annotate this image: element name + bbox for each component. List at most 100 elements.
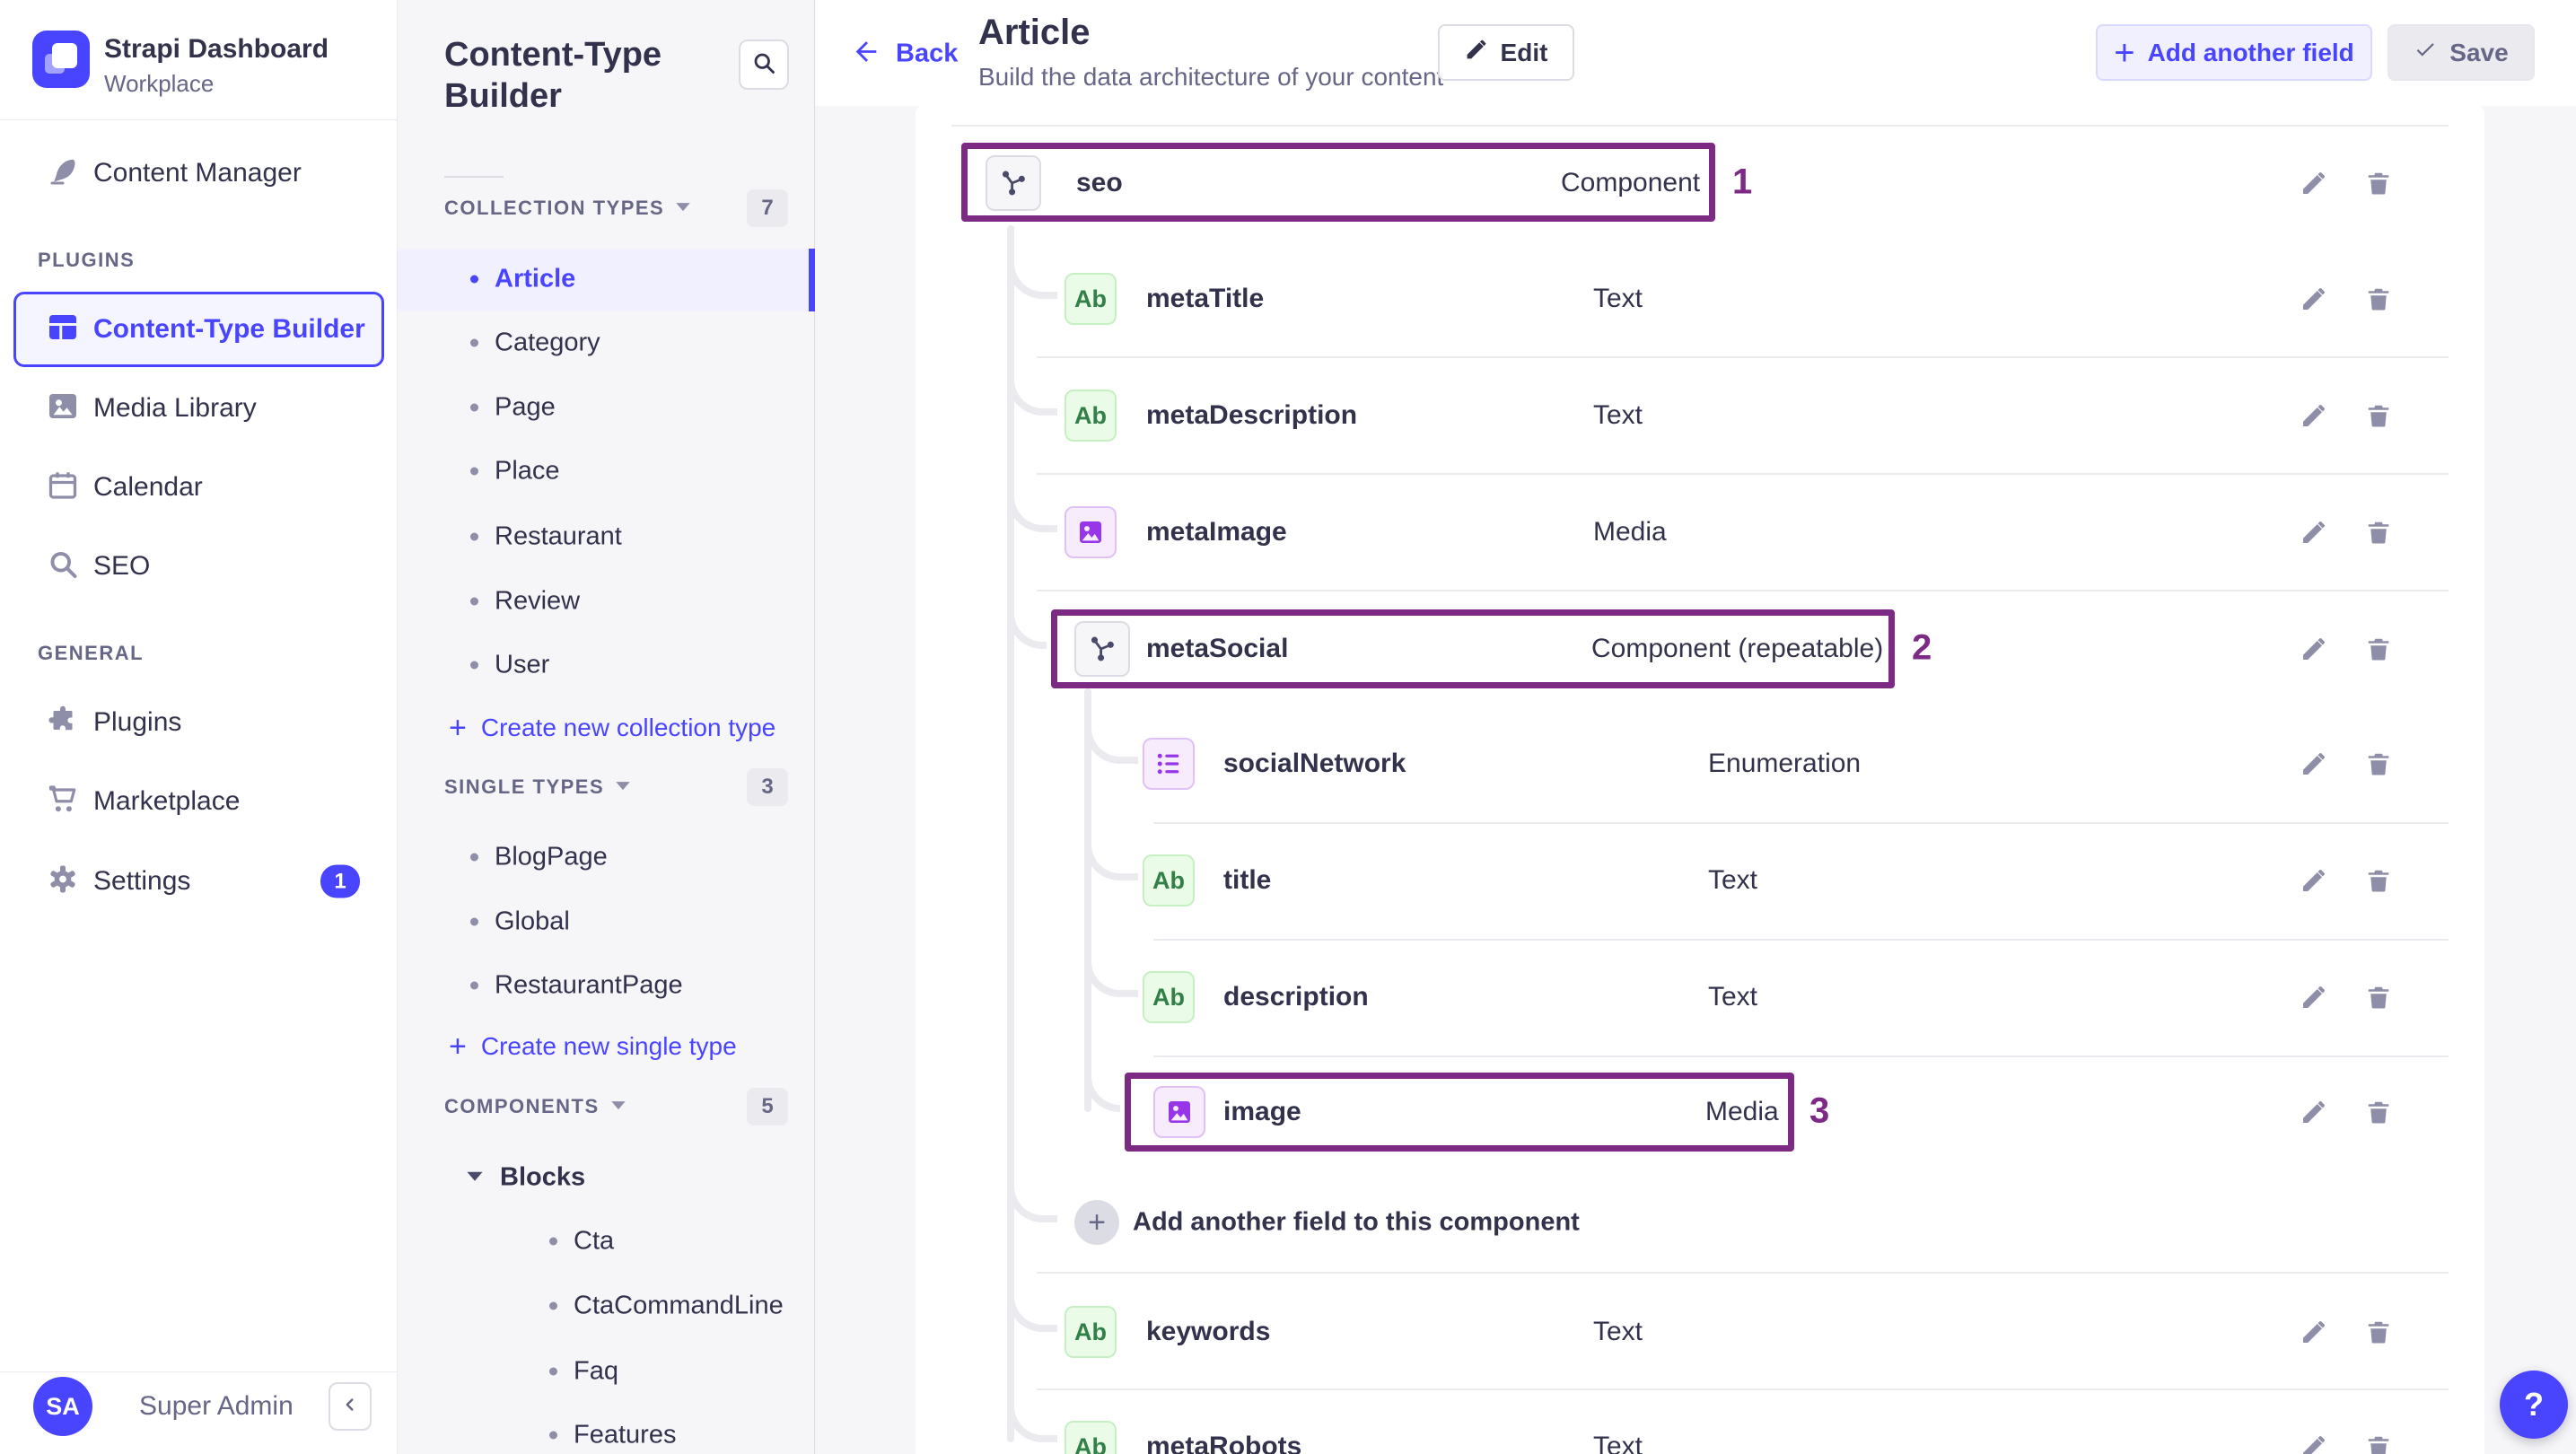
create-collection-type-link[interactable]: + Create new collection type	[449, 713, 775, 743]
edit-field-button[interactable]	[2296, 631, 2332, 667]
panel-item-features[interactable]: Features	[549, 1421, 676, 1450]
help-button[interactable]: ?	[2500, 1371, 2568, 1439]
sidebar-item-media-library[interactable]: Media Library	[93, 393, 257, 424]
chevron-down-icon	[466, 1169, 484, 1187]
field-type: Text	[1593, 1432, 1643, 1454]
panel-item-page[interactable]: Page	[470, 393, 556, 423]
sidebar-section-plugins: PLUGINS	[38, 249, 136, 271]
enumeration-icon	[1143, 738, 1195, 790]
text-field-icon: Ab	[1143, 971, 1195, 1023]
sidebar-item-calendar[interactable]: Calendar	[93, 472, 203, 503]
delete-field-button[interactable]	[2361, 979, 2396, 1015]
panel-item-ctacommandline[interactable]: CtaCommandLine	[549, 1292, 784, 1321]
bullet-icon	[470, 597, 478, 606]
row-divider	[1037, 1272, 2449, 1274]
components-header[interactable]: COMPONENTS	[444, 1095, 626, 1118]
delete-field-button[interactable]	[2361, 746, 2396, 782]
tree-line	[1007, 225, 1014, 1442]
delete-field-button[interactable]	[2361, 1429, 2396, 1454]
chevron-left-icon	[340, 1395, 360, 1419]
gear-icon	[47, 863, 79, 900]
panel-item-cta[interactable]: Cta	[549, 1227, 614, 1257]
component-icon	[1074, 621, 1130, 677]
edit-field-button[interactable]	[2296, 979, 2332, 1015]
bullet-icon	[470, 403, 478, 412]
edit-field-button[interactable]	[2296, 281, 2332, 317]
panel-item-global[interactable]: Global	[470, 907, 570, 937]
panel-item-article[interactable]: Article	[470, 265, 575, 294]
panel-item-restaurant[interactable]: Restaurant	[470, 522, 622, 552]
panel-item-blogpage[interactable]: BlogPage	[470, 843, 608, 872]
back-button[interactable]: Back	[851, 37, 958, 72]
panel-item-faq[interactable]: Faq	[549, 1357, 618, 1387]
sidebar-item-seo[interactable]: SEO	[93, 551, 150, 582]
image-icon	[47, 390, 79, 427]
panel-item-place[interactable]: Place	[470, 457, 560, 486]
add-another-field-button[interactable]: + Add another field	[2096, 24, 2372, 81]
edit-field-button[interactable]	[2296, 514, 2332, 550]
panel-item-user[interactable]: User	[470, 651, 549, 680]
sidebar-item-plugins[interactable]: Plugins	[93, 707, 181, 738]
delete-field-button[interactable]	[2361, 165, 2396, 201]
delete-field-button[interactable]	[2361, 398, 2396, 434]
plus-icon: +	[449, 711, 467, 745]
sidebar-item-marketplace[interactable]: Marketplace	[93, 786, 240, 817]
panel-divider	[444, 176, 504, 178]
sidebar-item-content-manager[interactable]: Content Manager	[93, 158, 302, 188]
edit-field-button[interactable]	[2296, 1314, 2332, 1350]
field-type: Component (repeatable)	[1591, 634, 1884, 663]
check-icon	[2414, 38, 2437, 67]
edit-field-button[interactable]	[2296, 863, 2332, 898]
panel-item-review[interactable]: Review	[470, 587, 580, 617]
avatar[interactable]: SA	[33, 1377, 92, 1436]
chevron-down-icon	[615, 779, 631, 796]
sidebar: Strapi Dashboard Workplace Content Manag…	[0, 0, 398, 1454]
annotation-number-1: 1	[1732, 162, 1753, 202]
media-field-icon	[1153, 1086, 1205, 1138]
media-field-icon	[1065, 506, 1117, 558]
edit-field-button[interactable]	[2296, 1094, 2332, 1130]
delete-field-button[interactable]	[2361, 631, 2396, 667]
delete-field-button[interactable]	[2361, 1094, 2396, 1130]
panel-search-button[interactable]	[739, 39, 789, 90]
field-name: socialNetwork	[1223, 749, 1406, 778]
delete-field-button[interactable]	[2361, 863, 2396, 898]
panel-item-restaurantpage[interactable]: RestaurantPage	[470, 971, 683, 1001]
component-group-blocks[interactable]: Blocks	[466, 1163, 585, 1193]
settings-badge: 1	[320, 864, 360, 898]
create-single-type-link[interactable]: + Create new single type	[449, 1031, 737, 1062]
row-divider	[1037, 590, 2449, 591]
add-component-field-button[interactable]: +	[1074, 1200, 1119, 1245]
field-type: Media	[1593, 517, 1667, 547]
user-name: Super Admin	[139, 1391, 294, 1421]
delete-field-button[interactable]	[2361, 514, 2396, 550]
sidebar-item-settings[interactable]: Settings	[93, 866, 190, 897]
field-name: metaRobots	[1146, 1432, 1302, 1454]
add-component-field-label[interactable]: Add another field to this component	[1133, 1208, 1580, 1238]
field-name: metaImage	[1146, 517, 1287, 547]
puzzle-icon	[47, 705, 79, 741]
field-type: Text	[1708, 865, 1758, 895]
row-divider	[1153, 822, 2449, 824]
row-divider	[1037, 1388, 2449, 1390]
collection-types-header[interactable]: COLLECTION TYPES	[444, 197, 691, 220]
bullet-icon	[549, 1431, 557, 1440]
field-name: metaSocial	[1146, 634, 1289, 663]
tree-line	[1084, 688, 1091, 1112]
edit-field-button[interactable]	[2296, 398, 2332, 434]
delete-field-button[interactable]	[2361, 281, 2396, 317]
sidebar-divider	[0, 1371, 398, 1372]
plus-icon: +	[449, 1029, 467, 1064]
page-subtitle: Build the data architecture of your cont…	[978, 63, 1444, 91]
collapse-sidebar-button[interactable]	[329, 1382, 372, 1431]
save-button[interactable]: Save	[2388, 24, 2535, 81]
edit-field-button[interactable]	[2296, 1429, 2332, 1454]
sidebar-item-label: Content-Type Builder	[93, 314, 365, 344]
single-types-header[interactable]: SINGLE TYPES	[444, 775, 631, 799]
edit-field-button[interactable]	[2296, 165, 2332, 201]
edit-button[interactable]: Edit	[1438, 24, 1574, 81]
delete-field-button[interactable]	[2361, 1314, 2396, 1350]
panel-item-category[interactable]: Category	[470, 328, 600, 358]
edit-field-button[interactable]	[2296, 746, 2332, 782]
feather-icon	[47, 155, 79, 192]
